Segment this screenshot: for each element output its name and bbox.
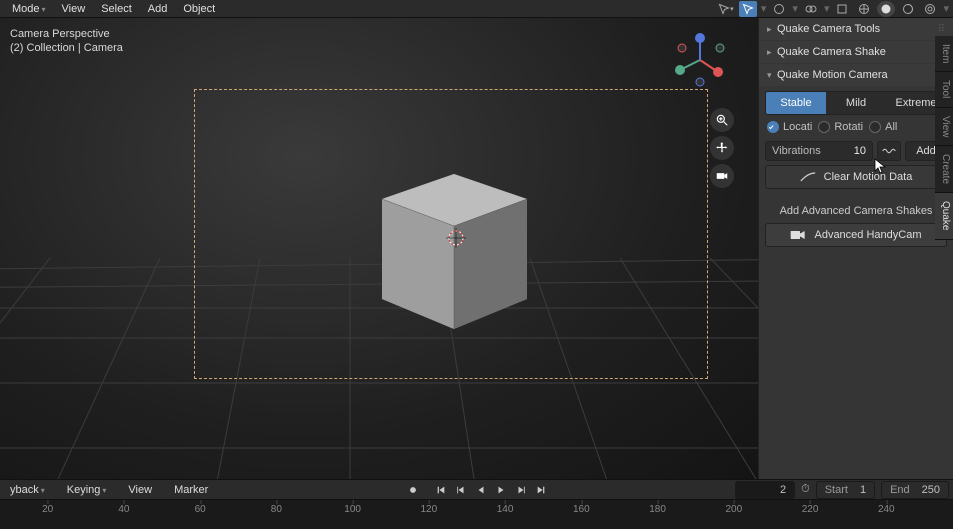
zoom-viewport-button[interactable] <box>710 108 734 132</box>
timeline-tick: 40 <box>118 504 129 515</box>
camera-perspective-label: Camera Perspective <box>10 28 123 40</box>
timeline-tick: 100 <box>344 504 361 515</box>
tab-view[interactable]: View <box>935 108 953 147</box>
header-right-icons: ▾ ▾ ▾ ▾ ▾ <box>717 1 949 17</box>
playback-controls <box>404 482 550 498</box>
tab-quake[interactable]: Quake <box>935 193 953 239</box>
timeline-ruler[interactable]: 20 40 60 80 100 120 140 160 180 200 220 240 <box>0 500 953 529</box>
collection-path-label: (2) Collection | Camera <box>10 42 123 54</box>
start-frame-field[interactable]: Start1 <box>816 481 875 499</box>
xray-icon[interactable] <box>833 1 851 17</box>
mode-dropdown[interactable]: Mode▾ <box>4 1 54 17</box>
nav-gizmo[interactable] <box>670 30 730 90</box>
timeline: yback▾ Keying▾ View Marker 2 ⏱ Start1 En… <box>0 479 953 529</box>
gizmos-icon[interactable] <box>770 1 788 17</box>
jump-end-button[interactable] <box>532 482 550 498</box>
overlays-icon[interactable] <box>802 1 820 17</box>
timeline-tick: 140 <box>497 504 514 515</box>
panel-label: Quake Motion Camera <box>777 69 888 81</box>
axis-all[interactable]: All <box>869 121 897 133</box>
shading-rendered-icon[interactable] <box>921 1 939 17</box>
viewport-overlay-text: Camera Perspective (2) Collection | Came… <box>10 28 123 56</box>
panel-label: Quake Camera Tools <box>777 23 880 35</box>
shading-matprev-icon[interactable] <box>899 1 917 17</box>
timeline-tick: 200 <box>725 504 742 515</box>
n-panel: ▸Quake Camera Tools⠿ ▸Quake Camera Shake… <box>758 18 953 479</box>
clear-motion-button[interactable]: Clear Motion Data <box>765 165 947 189</box>
top-menu: Mode▾ View Select Add Object ▾ ▾ ▾ ▾ ▾ <box>0 0 953 18</box>
selectability-icon[interactable]: ▾ <box>717 1 735 17</box>
timeline-header: yback▾ Keying▾ View Marker 2 ⏱ Start1 En… <box>0 480 953 500</box>
play-reverse-button[interactable] <box>472 482 490 498</box>
n-panel-tabs: Item Tool View Create Quake <box>935 36 953 240</box>
camera-icon <box>790 229 806 241</box>
vibrations-field[interactable]: Vibrations 10 <box>765 141 873 161</box>
end-frame-field[interactable]: End250 <box>881 481 949 499</box>
timeline-tick: 160 <box>573 504 590 515</box>
panel-quake-shake[interactable]: ▸Quake Camera Shake⠿ <box>759 41 953 63</box>
intensity-mild[interactable]: Mild <box>826 92 886 114</box>
main-area: Camera Perspective (2) Collection | Came… <box>0 18 953 479</box>
intensity-selector: Stable Mild Extreme <box>765 91 947 115</box>
panel-quake-tools[interactable]: ▸Quake Camera Tools⠿ <box>759 18 953 40</box>
tab-create[interactable]: Create <box>935 146 953 193</box>
menu-object[interactable]: Object <box>175 1 223 17</box>
3d-cursor-icon <box>446 228 466 248</box>
pan-viewport-button[interactable] <box>710 136 734 160</box>
shading-wireframe-icon[interactable] <box>855 1 873 17</box>
play-button[interactable] <box>492 482 510 498</box>
wave-noise-button[interactable] <box>877 141 901 161</box>
timer-icon[interactable]: ⏱ <box>801 483 810 496</box>
timeline-view[interactable]: View <box>122 482 158 498</box>
timeline-tick: 240 <box>878 504 895 515</box>
axis-mode-row: Locati Rotati All <box>765 119 947 135</box>
advanced-shakes-label: Add Advanced Camera Shakes <box>765 195 947 223</box>
autokey-button[interactable] <box>404 482 422 498</box>
tab-item[interactable]: Item <box>935 36 953 72</box>
advanced-handycam-button[interactable]: Advanced HandyCam <box>765 223 947 247</box>
panel-label: Quake Camera Shake <box>777 46 886 58</box>
default-cube[interactable] <box>362 164 547 349</box>
intensity-stable[interactable]: Stable <box>766 92 826 114</box>
menu-view[interactable]: View <box>54 1 94 17</box>
timeline-tick: 120 <box>421 504 438 515</box>
tab-tool[interactable]: Tool <box>935 72 953 107</box>
axis-location[interactable]: Locati <box>767 121 812 133</box>
axis-rotation[interactable]: Rotati <box>818 121 863 133</box>
curve-icon <box>800 171 816 183</box>
panel-quake-motion[interactable]: ▾Quake Motion Camera⠿ <box>759 64 953 86</box>
cursor-icon[interactable] <box>739 1 757 17</box>
camera-view-button[interactable] <box>710 164 734 188</box>
prev-key-button[interactable] <box>452 482 470 498</box>
menu-add[interactable]: Add <box>140 1 176 17</box>
timeline-tick: 80 <box>271 504 282 515</box>
jump-start-button[interactable] <box>432 482 450 498</box>
shading-solid-icon[interactable] <box>877 1 895 17</box>
timeline-tick: 20 <box>42 504 53 515</box>
timeline-tick: 180 <box>649 504 666 515</box>
menu-select[interactable]: Select <box>93 1 140 17</box>
current-frame-field[interactable]: 2 <box>735 481 795 499</box>
playback-dropdown[interactable]: yback▾ <box>4 482 51 498</box>
timeline-tick: 220 <box>802 504 819 515</box>
next-key-button[interactable] <box>512 482 530 498</box>
timeline-tick: 60 <box>195 504 206 515</box>
timeline-marker[interactable]: Marker <box>168 482 214 498</box>
3d-viewport[interactable]: Camera Perspective (2) Collection | Came… <box>0 18 758 479</box>
keying-dropdown[interactable]: Keying▾ <box>61 482 113 498</box>
